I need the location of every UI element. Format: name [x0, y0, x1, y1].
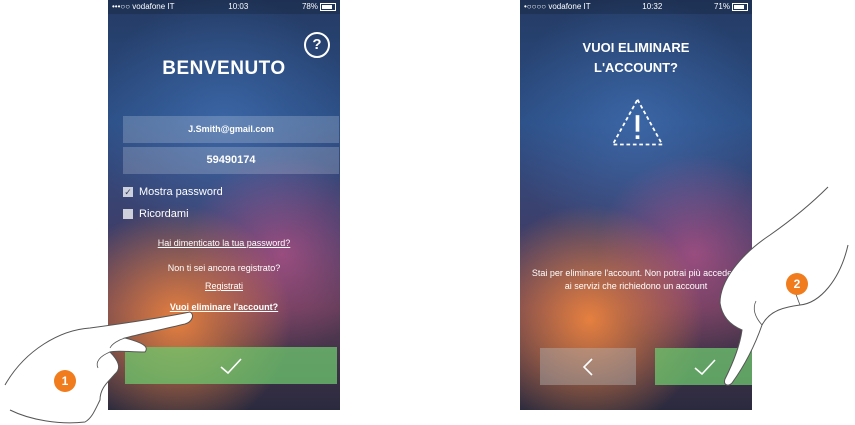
not-registered-text: Non ti sei ancora registrato? [167, 263, 281, 273]
remember-me-label: Ricordami [139, 208, 189, 220]
warning-icon [611, 97, 664, 146]
carrier-label: •••○○ vodafone IT [112, 2, 175, 11]
chevron-left-icon [582, 357, 593, 376]
battery-label: 78% [301, 2, 318, 11]
pointing-hand-icon [4, 311, 193, 424]
email-field[interactable]: J.Smith@gmail.com [123, 116, 339, 143]
checkbox-empty-icon [123, 209, 133, 219]
step-badge-2: 2 [786, 273, 808, 295]
step-badge-1: 1 [54, 370, 76, 392]
battery-icon [732, 2, 748, 11]
forgot-password-link[interactable]: Hai dimenticato la tua password? [108, 238, 340, 248]
back-button[interactable] [540, 348, 636, 385]
check-icon [220, 357, 242, 374]
page-title: BENVENUTO [162, 58, 286, 79]
battery-icon [320, 2, 336, 11]
battery-label: 71% [713, 2, 730, 11]
carrier-label: •○○○○ vodafone IT [524, 2, 591, 11]
show-password-label: Mostra password [139, 186, 223, 198]
time-label: 10:32 [642, 2, 663, 11]
password-field[interactable]: 59490174 [123, 147, 339, 174]
status-bar: •••○○ vodafone IT 10:03 78% [108, 0, 340, 14]
time-label: 10:03 [228, 2, 249, 11]
status-bar: •○○○○ vodafone IT 10:32 71% [520, 0, 752, 14]
dialog-title-line2: L'ACCOUNT? [594, 60, 678, 75]
remember-me-checkbox[interactable]: Ricordami [123, 208, 189, 220]
show-password-checkbox[interactable]: ✓ Mostra password [123, 186, 223, 198]
dialog-title-line1: VUOI ELIMINARE [582, 40, 690, 55]
pointing-hand-icon [719, 186, 849, 386]
help-button[interactable]: ? [304, 32, 330, 58]
checkmark-icon: ✓ [123, 187, 133, 197]
dialog-title: VUOI ELIMINARE L'ACCOUNT? [520, 38, 752, 78]
